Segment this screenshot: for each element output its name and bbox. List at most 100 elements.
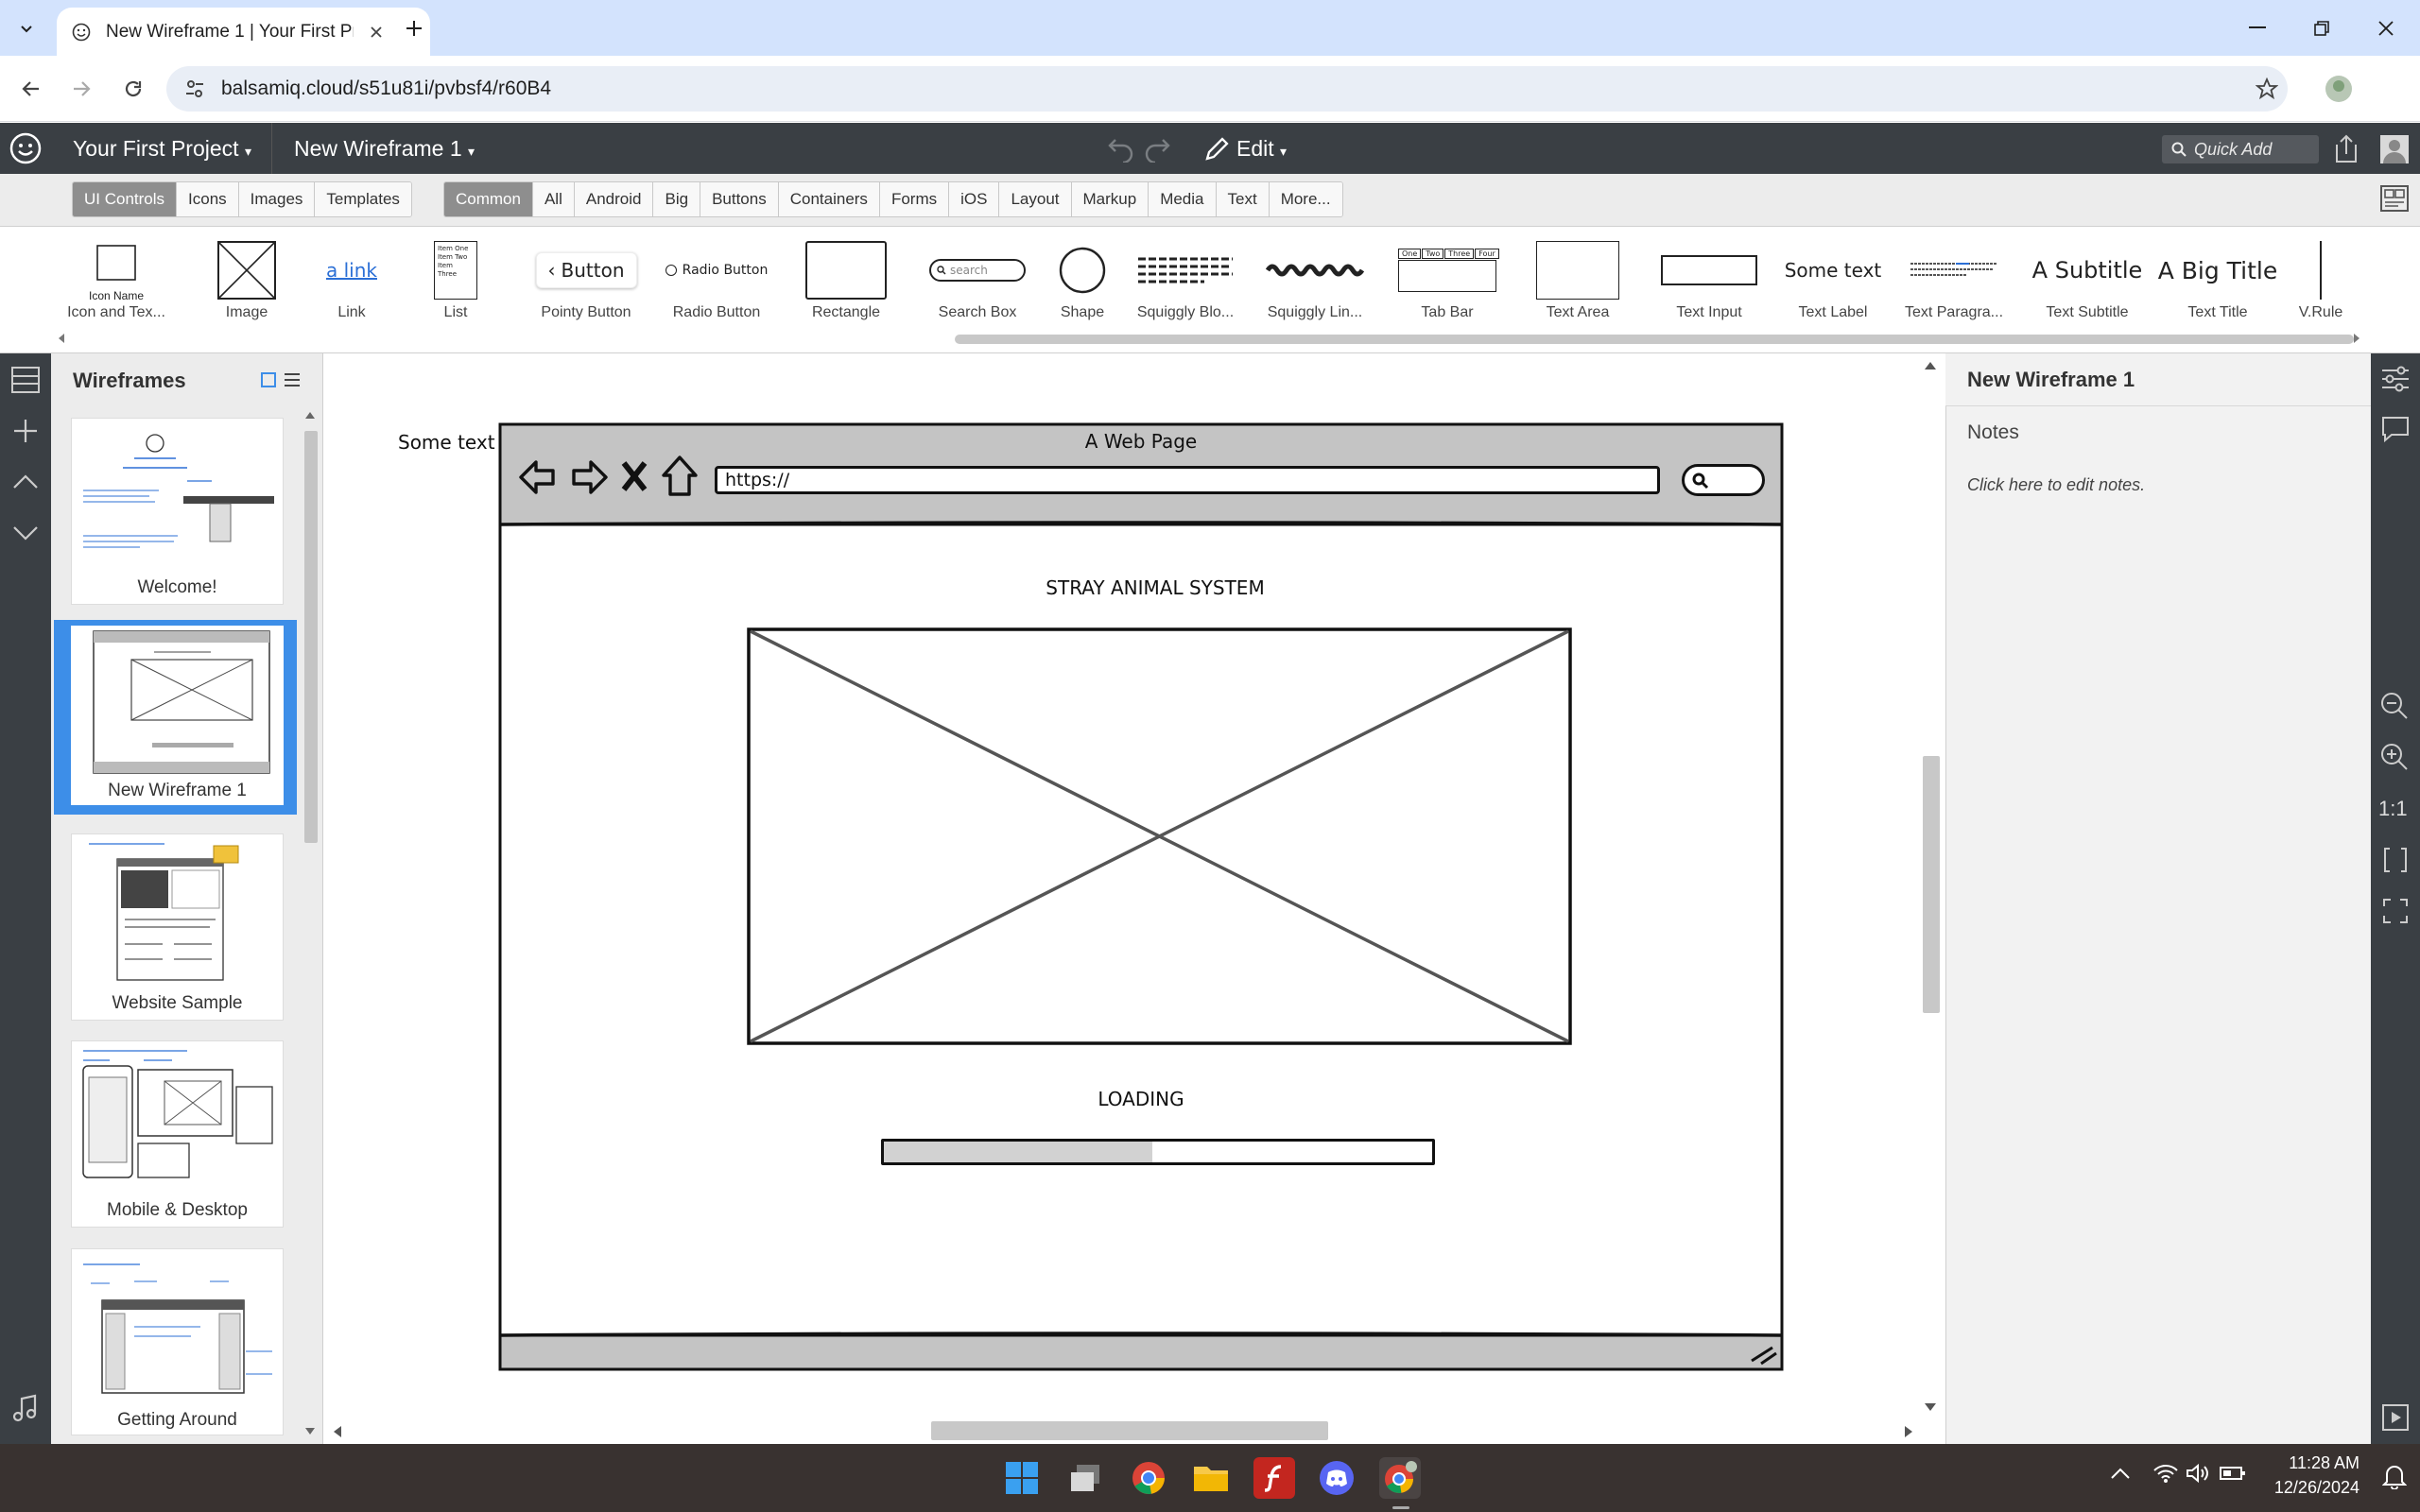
bookmark-star-icon[interactable] bbox=[2248, 70, 2286, 108]
tray-overflow-chevron-icon[interactable] bbox=[2110, 1467, 2131, 1480]
tab-search-icon[interactable] bbox=[11, 13, 42, 43]
category-media[interactable]: Media bbox=[1149, 182, 1217, 216]
user-avatar-icon[interactable] bbox=[2380, 135, 2409, 163]
reload-icon[interactable] bbox=[114, 70, 152, 108]
tab-images[interactable]: Images bbox=[238, 182, 316, 216]
component-rectangle[interactable]: Rectangle bbox=[785, 236, 908, 331]
restore-icon[interactable] bbox=[2290, 0, 2354, 56]
component-text-title[interactable]: A Big Title Text Title bbox=[2156, 236, 2279, 331]
canvas-scroll-down-icon[interactable] bbox=[1924, 1402, 1937, 1412]
new-tab-icon[interactable] bbox=[395, 13, 433, 43]
browser-tab-active[interactable]: New Wireframe 1 | Your First Pr bbox=[57, 8, 430, 56]
wireframe-thumb-welcome[interactable]: Welcome! bbox=[71, 418, 284, 605]
component-icon-and-text[interactable]: Icon Name Icon and Tex... bbox=[55, 236, 178, 331]
wireframe-thumb-getting-around[interactable]: Getting Around bbox=[71, 1248, 284, 1435]
fit-to-window-icon[interactable] bbox=[2382, 847, 2409, 873]
component-tab-bar[interactable]: One Two Three Four Tab Bar bbox=[1386, 236, 1509, 331]
component-v-rule[interactable]: V.Rule bbox=[2278, 236, 2363, 331]
chrome-profile-active-icon[interactable] bbox=[1379, 1457, 1421, 1499]
category-containers[interactable]: Containers bbox=[778, 182, 880, 216]
project-menu[interactable]: Your First Project ▾ bbox=[73, 136, 251, 162]
zoom-actual-size-button[interactable]: 1:1 bbox=[2378, 797, 2408, 821]
component-squiggly-line[interactable]: Squiggly Lin... bbox=[1253, 236, 1376, 331]
canvas-vertical-scrollbar[interactable] bbox=[1923, 756, 1940, 1013]
category-buttons[interactable]: Buttons bbox=[700, 182, 779, 216]
component-text-label[interactable]: Some text Text Label bbox=[1772, 236, 1894, 331]
category-ios[interactable]: iOS bbox=[949, 182, 1000, 216]
wireframe-thumb-new-wireframe-1[interactable]: New Wireframe 1 bbox=[54, 620, 297, 815]
minimize-icon[interactable] bbox=[2225, 0, 2290, 56]
discord-icon[interactable] bbox=[1316, 1457, 1357, 1499]
toggle-library-icon[interactable] bbox=[2380, 185, 2409, 212]
clock-date[interactable]: 12/26/2024 bbox=[2248, 1478, 2360, 1498]
undo-icon[interactable] bbox=[1106, 134, 1136, 163]
component-list[interactable]: Item One Item Two Item Three List bbox=[394, 236, 517, 331]
comments-icon[interactable] bbox=[2380, 415, 2411, 443]
category-android[interactable]: Android bbox=[574, 182, 654, 216]
component-text-subtitle[interactable]: A Subtitle Text Subtitle bbox=[2026, 236, 2149, 331]
browser-window-mockup[interactable]: A Web Page https:// STRAY ANIMAL SYSTEM … bbox=[498, 422, 1784, 1371]
component-text-paragraph[interactable]: Text Paragra... bbox=[1893, 236, 2015, 331]
notes-placeholder[interactable]: Click here to edit notes. bbox=[1967, 475, 2145, 495]
library-scroll-left-icon[interactable] bbox=[57, 333, 66, 344]
share-export-icon[interactable] bbox=[2333, 133, 2360, 163]
list-view-icon[interactable] bbox=[284, 372, 301, 387]
tab-ui-controls[interactable]: UI Controls bbox=[73, 182, 178, 216]
canvas-scroll-up-icon[interactable] bbox=[1924, 361, 1937, 370]
panel-scroll-down-icon[interactable] bbox=[304, 1427, 316, 1436]
component-pointy-button[interactable]: ‹ Button Pointy Button bbox=[525, 236, 648, 331]
edit-mode-menu[interactable]: Edit ▾ bbox=[1236, 136, 1287, 162]
zoom-out-icon[interactable] bbox=[2380, 692, 2409, 720]
tab-templates[interactable]: Templates bbox=[315, 182, 411, 216]
quick-add-input[interactable]: Quick Add bbox=[2162, 135, 2319, 163]
wireframe-thumb-mobile-desktop[interactable]: Mobile & Desktop bbox=[71, 1040, 284, 1228]
close-window-icon[interactable] bbox=[2354, 0, 2418, 56]
category-forms[interactable]: Forms bbox=[879, 182, 950, 216]
component-radio-button[interactable]: Radio Button Radio Button bbox=[655, 236, 778, 331]
tab-icons[interactable]: Icons bbox=[177, 182, 239, 216]
chevron-up-icon[interactable] bbox=[7, 463, 44, 501]
chevron-down-icon[interactable] bbox=[7, 514, 44, 552]
profile-avatar[interactable] bbox=[2320, 70, 2358, 108]
wireframe-thumb-website-sample[interactable]: Website Sample bbox=[71, 833, 284, 1021]
volume-icon[interactable] bbox=[2186, 1463, 2210, 1484]
back-icon[interactable] bbox=[12, 70, 50, 108]
forward-icon[interactable] bbox=[62, 70, 100, 108]
tab-close-icon[interactable] bbox=[369, 25, 384, 40]
site-info-icon[interactable] bbox=[183, 77, 206, 100]
notification-bell-icon[interactable] bbox=[2382, 1463, 2407, 1489]
canvas-scroll-left-icon[interactable] bbox=[333, 1425, 342, 1438]
category-layout[interactable]: Layout bbox=[999, 182, 1072, 216]
navigator-menu-icon[interactable] bbox=[7, 361, 44, 399]
clock-time[interactable]: 11:28 AM bbox=[2248, 1453, 2360, 1473]
fullscreen-icon[interactable] bbox=[2382, 898, 2409, 924]
flash-app-icon[interactable] bbox=[1253, 1457, 1295, 1499]
add-wireframe-icon[interactable] bbox=[7, 412, 44, 450]
chrome-icon[interactable] bbox=[1128, 1457, 1169, 1499]
task-view-icon[interactable] bbox=[1064, 1457, 1106, 1499]
presentation-play-icon[interactable] bbox=[2382, 1404, 2409, 1431]
panel-scroll-up-icon[interactable] bbox=[304, 410, 316, 420]
properties-sliders-icon[interactable] bbox=[2380, 365, 2411, 393]
music-note-icon[interactable] bbox=[7, 1389, 44, 1427]
category-markup[interactable]: Markup bbox=[1071, 182, 1150, 216]
canvas-horizontal-scrollbar[interactable] bbox=[931, 1421, 1328, 1440]
wireframe-menu[interactable]: New Wireframe 1 ▾ bbox=[294, 136, 475, 162]
component-text-input[interactable]: Text Input bbox=[1648, 236, 1771, 331]
windows-start-icon[interactable] bbox=[1001, 1457, 1043, 1499]
component-text-area[interactable]: Text Area bbox=[1516, 236, 1639, 331]
thumbnail-view-icon[interactable] bbox=[261, 372, 276, 387]
balsamiq-logo-icon[interactable] bbox=[9, 132, 42, 164]
redo-icon[interactable] bbox=[1142, 134, 1172, 163]
category-all[interactable]: All bbox=[532, 182, 575, 216]
category-text[interactable]: Text bbox=[1216, 182, 1270, 216]
category-common[interactable]: Common bbox=[444, 182, 533, 216]
wireframes-scrollbar[interactable] bbox=[304, 431, 318, 843]
wifi-icon[interactable] bbox=[2153, 1463, 2178, 1484]
canvas-text-label[interactable]: Some text bbox=[398, 431, 495, 454]
url-field[interactable]: balsamiq.cloud/s51u81i/pvbsf4/r60B4 bbox=[166, 66, 2288, 112]
category-more[interactable]: More... bbox=[1269, 182, 1342, 216]
file-explorer-icon[interactable] bbox=[1190, 1457, 1232, 1499]
zoom-in-icon[interactable] bbox=[2380, 743, 2409, 771]
library-scrollbar[interactable] bbox=[955, 335, 2354, 344]
